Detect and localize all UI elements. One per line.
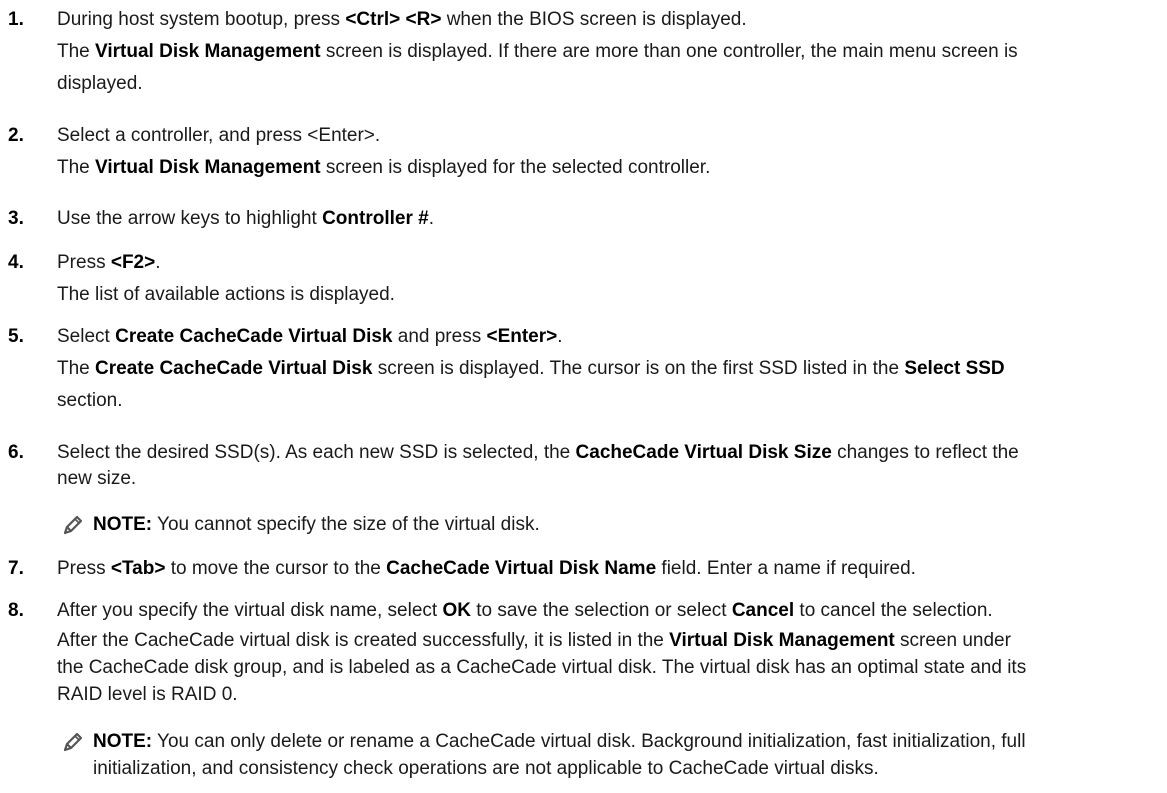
step-number: 2.	[8, 125, 24, 146]
step-result: The Virtual Disk Management screen is di…	[57, 41, 1018, 62]
step-number: 5.	[8, 326, 24, 347]
step-text: Select the desired SSD(s). As each new S…	[57, 442, 1019, 463]
step-text: During host system bootup, press <Ctrl> …	[57, 9, 747, 30]
step-number: 7.	[8, 558, 24, 579]
note-pencil-icon	[63, 732, 83, 752]
step-text: Press <Tab> to move the cursor to the Ca…	[57, 558, 916, 579]
step-text: After you specify the virtual disk name,…	[57, 600, 993, 621]
step-result-cont: RAID level is RAID 0.	[57, 684, 238, 705]
step-text: Select Create CacheCade Virtual Disk and…	[57, 326, 563, 347]
step-result-cont: displayed.	[57, 73, 143, 94]
note-cont: initialization, and consistency check op…	[93, 758, 879, 779]
step-result: The list of available actions is display…	[57, 284, 395, 305]
step-result: The Create CacheCade Virtual Disk screen…	[57, 358, 1005, 379]
step-number: 3.	[8, 208, 24, 229]
step-number: 8.	[8, 600, 24, 621]
note: NOTE: You cannot specify the size of the…	[93, 514, 540, 535]
step-text-cont: new size.	[57, 468, 137, 489]
step-number: 1.	[8, 9, 24, 30]
step-result-cont: section.	[57, 390, 123, 411]
step-result: The Virtual Disk Management screen is di…	[57, 157, 711, 178]
step-text: Use the arrow keys to highlight Controll…	[57, 208, 434, 229]
step-text: Select a controller, and press <Enter>.	[57, 125, 381, 146]
note-pencil-icon	[63, 515, 83, 535]
step-text: Press <F2>.	[57, 252, 161, 273]
step-number: 6.	[8, 442, 24, 463]
step-number: 4.	[8, 252, 24, 273]
